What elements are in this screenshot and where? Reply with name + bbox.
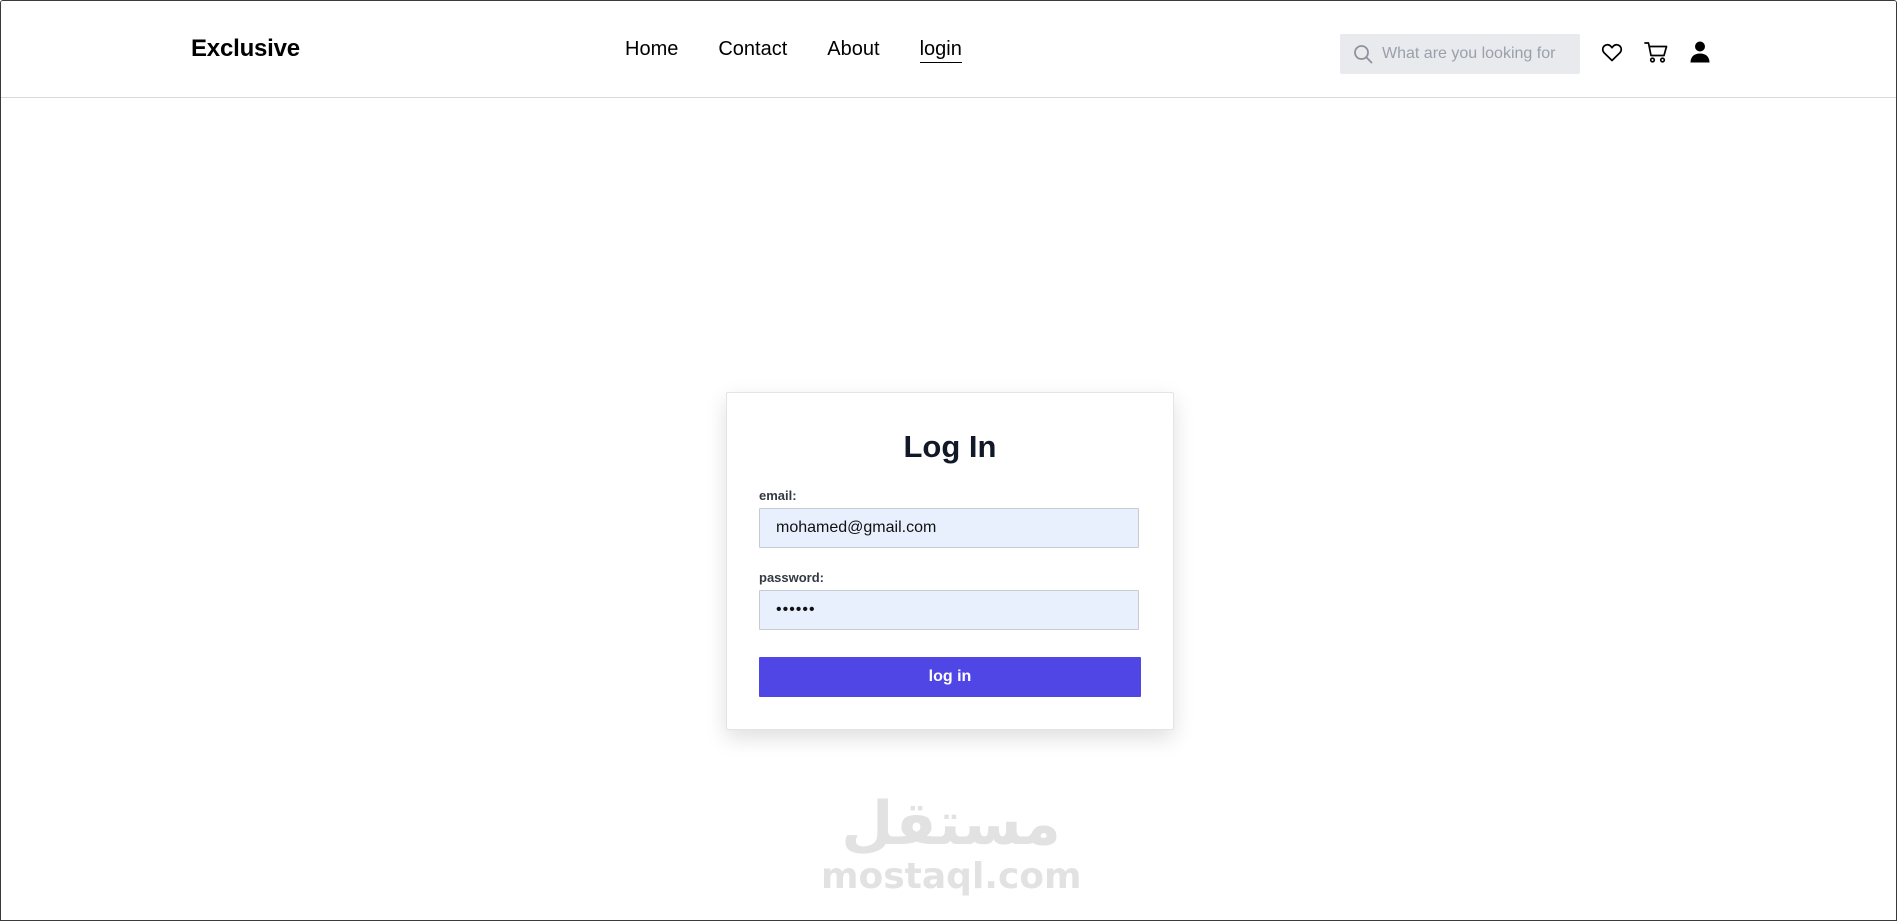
- email-label: email:: [759, 488, 797, 503]
- nav-about[interactable]: About: [827, 36, 879, 63]
- nav-contact[interactable]: Contact: [718, 36, 787, 63]
- header-actions: [1599, 39, 1713, 65]
- nav-home[interactable]: Home: [625, 36, 678, 63]
- main-nav: Home Contact About login: [625, 36, 962, 63]
- cart-icon[interactable]: [1643, 39, 1669, 65]
- browser-viewport: Exclusive Home Contact About login What …: [0, 0, 1897, 921]
- email-field[interactable]: mohamed@gmail.com: [759, 508, 1139, 548]
- nav-login[interactable]: login: [919, 36, 962, 63]
- brand-logo[interactable]: Exclusive: [191, 35, 300, 63]
- login-title: Log In: [903, 429, 997, 464]
- login-button[interactable]: log in: [759, 657, 1141, 697]
- login-card: Log In email: mohamed@gmail.com password…: [726, 392, 1174, 730]
- top-navbar: Exclusive Home Contact About login: [1, 1, 1896, 98]
- watermark-latin: mostaql.com: [821, 856, 1082, 897]
- password-label: password:: [759, 570, 825, 585]
- heart-icon[interactable]: [1599, 39, 1625, 65]
- search-icon[interactable]: [1352, 43, 1374, 65]
- password-field[interactable]: ••••••: [759, 590, 1139, 630]
- search-input[interactable]: [1380, 44, 1574, 64]
- watermark-arabic: مستقل: [841, 789, 1061, 859]
- user-icon[interactable]: [1687, 39, 1713, 65]
- watermark-logo: مستقل mostaql.com: [821, 789, 1082, 897]
- search-box[interactable]: [1340, 34, 1580, 74]
